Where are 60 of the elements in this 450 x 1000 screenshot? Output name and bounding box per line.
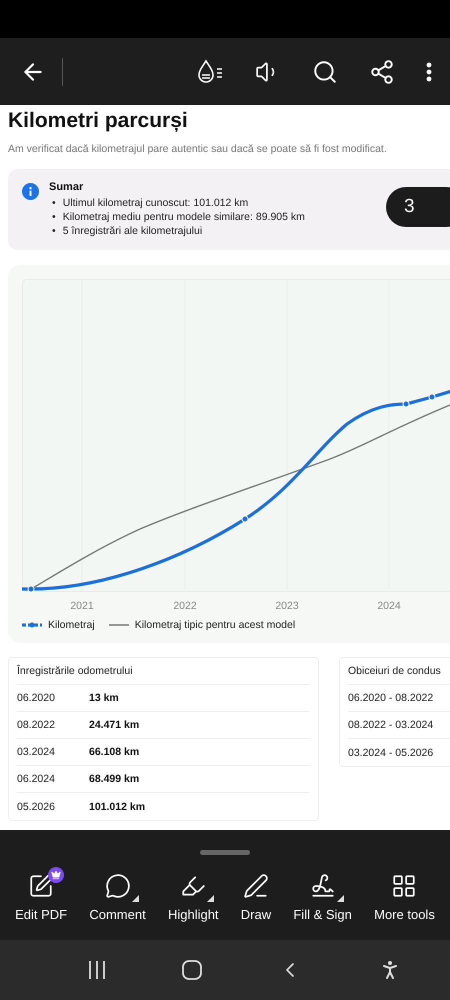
reading-mode-button[interactable] [196,58,224,84]
crown-glyph-icon [51,870,62,880]
table-cell: 08.2022 - 03.2024 [348,719,434,731]
table-cell: 24.471 km [89,719,140,731]
table-title: Înregistrările odometrului [17,658,310,685]
tool-button[interactable]: More tools [374,865,435,922]
table-cell-text: 06.2020 [17,692,56,704]
info-icon [22,183,39,200]
tool-button[interactable]: Highlight [168,865,219,922]
pencil-icon [242,873,269,899]
table-cell-text: 08.2022 [17,719,56,731]
table-cell-text: 06.2024 [17,773,56,785]
table-cell-text: 03.2024 [17,746,56,758]
search-button[interactable] [312,58,338,84]
axis-label: 2023 [275,600,299,612]
summary-title: Sumar [49,181,84,193]
legend-label: Kilometraj [48,619,95,631]
menu-button[interactable] [426,62,432,82]
corner-triangle-icon [207,895,214,902]
corner-triangle-icon [132,895,139,902]
edit-icon [28,873,54,899]
page-subtitle: Am verificat dacă kilometrajul pare autentic sau dacă se poate să fi fost modificat. [8,143,388,155]
bullet-marker: • [52,210,56,224]
menu-icon [426,62,432,82]
table-title: Obiceiuri de condus [348,658,450,685]
recents-icon[interactable] [88,960,106,980]
count-badge[interactable]: 3 [386,187,450,227]
summary-item: 5 înregistrări ale kilometrajului [62,224,202,238]
tool-button[interactable]: Comment [89,865,146,922]
legend-label: Kilometraj tipic pentru acest model [134,619,296,631]
home-icon[interactable] [182,960,202,980]
table-cell: 101.012 km [89,800,146,812]
axis-label: 2021 [70,600,94,612]
table-cell: 03.2024 - 05.2026 [348,746,434,758]
droplet-icon [196,58,224,84]
table-cell: 68.499 km [89,773,140,785]
axis-label: 2024 [377,600,401,612]
search-icon [312,58,338,84]
tool-button[interactable]: Edit PDF [15,865,68,922]
axis-label: 2022 [173,600,197,612]
share-icon [369,58,395,84]
table-cell: 06.2020 - 08.2022 [348,692,434,704]
bullet-marker: • [52,196,56,210]
grid-icon [391,873,418,899]
bullet-marker: • [52,224,56,238]
summary-item: Ultimul kilometraj cunoscut: 101.012 km [62,196,248,210]
tool-button[interactable]: Draw [240,865,272,922]
corner-triangle-icon [336,895,344,902]
summary-item: Kilometraj mediu pentru modele similare: 89.905 km [62,210,305,224]
legend-swatch-icon [22,622,42,628]
page-title: Kilometri parcurși [8,109,189,133]
signature-icon [310,873,336,899]
share-button[interactable] [369,58,395,84]
legend-swatch-icon [108,623,129,627]
table-cell: 66.108 km [89,746,140,758]
table-cell-text: 05.2026 [17,800,56,812]
comment-icon [104,873,131,899]
table-cell: 13 km [89,692,119,704]
drag-handle[interactable] [200,850,250,855]
tool-button[interactable]: Fill & Sign [293,865,352,922]
